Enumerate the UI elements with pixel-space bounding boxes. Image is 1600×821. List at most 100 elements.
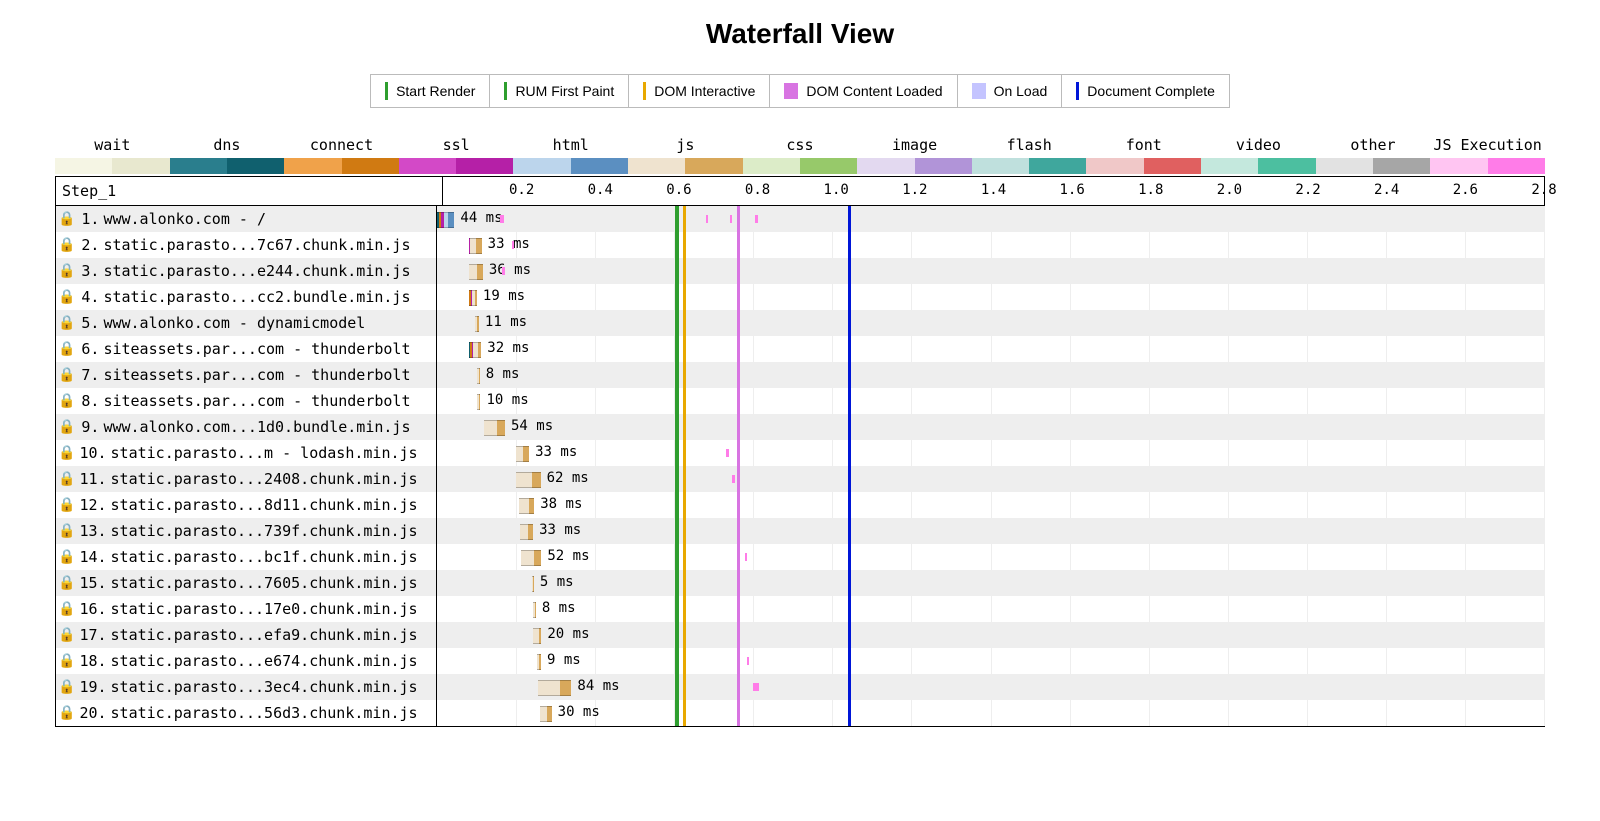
request-label[interactable]: 🔒18. static.parasto...e674.chunk.min.js [56, 648, 437, 674]
request-row[interactable]: 🔒3. static.parasto...e244.chunk.min.js36… [56, 258, 1544, 284]
request-timeline[interactable]: 8 ms [437, 362, 1544, 388]
request-label[interactable]: 🔒3. static.parasto...e244.chunk.min.js [56, 258, 437, 284]
request-row[interactable]: 🔒20. static.parasto...56d3.chunk.min.js3… [56, 700, 1544, 726]
request-label[interactable]: 🔒10. static.parasto...m - lodash.min.js [56, 440, 437, 466]
request-row[interactable]: 🔒7. siteassets.par...com - thunderbolt8 … [56, 362, 1544, 388]
request-url: siteassets.par...com - thunderbolt [103, 392, 410, 410]
request-timeline[interactable]: 54 ms [437, 414, 1544, 440]
timing-bar[interactable] [538, 680, 571, 694]
timing-bar[interactable] [540, 706, 552, 720]
request-row[interactable]: 🔒14. static.parasto...bc1f.chunk.min.js5… [56, 544, 1544, 570]
duration-label: 19 ms [483, 288, 525, 304]
request-label[interactable]: 🔒9. www.alonko.com...1d0.bundle.min.js [56, 414, 437, 440]
request-label[interactable]: 🔒5. www.alonko.com - dynamicmodel [56, 310, 437, 336]
duration-label: 8 ms [542, 600, 576, 616]
timing-bar[interactable] [521, 550, 542, 564]
request-timeline[interactable]: 8 ms [437, 596, 1544, 622]
axis-tick: 2.4 [1374, 182, 1399, 198]
request-timeline[interactable]: 9 ms [437, 648, 1544, 674]
request-row[interactable]: 🔒19. static.parasto...3ec4.chunk.min.js8… [56, 674, 1544, 700]
request-row[interactable]: 🔒13. static.parasto...739f.chunk.min.js3… [56, 518, 1544, 544]
request-label[interactable]: 🔒12. static.parasto...8d11.chunk.min.js [56, 492, 437, 518]
category-other: other [1316, 136, 1431, 174]
axis-tick: 2.6 [1453, 182, 1478, 198]
timing-bar[interactable] [477, 368, 480, 382]
request-label[interactable]: 🔒4. static.parasto...cc2.bundle.min.js [56, 284, 437, 310]
request-row[interactable]: 🔒12. static.parasto...8d11.chunk.min.js3… [56, 492, 1544, 518]
timing-bar[interactable] [469, 238, 482, 252]
timing-bar[interactable] [469, 342, 482, 356]
request-label[interactable]: 🔒19. static.parasto...3ec4.chunk.min.js [56, 674, 437, 700]
request-timeline[interactable]: 33 ms [437, 440, 1544, 466]
request-row[interactable]: 🔒5. www.alonko.com - dynamicmodel11 ms [56, 310, 1544, 336]
request-label[interactable]: 🔒1. www.alonko.com - / [56, 206, 437, 232]
request-label[interactable]: 🔒14. static.parasto...bc1f.chunk.min.js [56, 544, 437, 570]
timing-bar[interactable] [520, 524, 533, 538]
row-number: 7. [79, 366, 99, 384]
request-row[interactable]: 🔒10. static.parasto...m - lodash.min.js3… [56, 440, 1544, 466]
js-execution-mark [755, 215, 758, 223]
request-row[interactable]: 🔒16. static.parasto...17e0.chunk.min.js 8… [56, 596, 1544, 622]
request-row[interactable]: 🔒8. siteassets.par...com - thunderbolt10… [56, 388, 1544, 414]
request-timeline[interactable]: 30 ms [437, 700, 1544, 726]
timing-bar[interactable] [469, 290, 477, 304]
request-row[interactable]: 🔒15. static.parasto...7605.chunk.min.js5… [56, 570, 1544, 596]
request-row[interactable]: 🔒2. static.parasto...7c67.chunk.min.js33… [56, 232, 1544, 258]
request-label[interactable]: 🔒17. static.parasto...efa9.chunk.min.js [56, 622, 437, 648]
request-timeline[interactable]: 11 ms [437, 310, 1544, 336]
request-timeline[interactable]: 62 ms [437, 466, 1544, 492]
request-label[interactable]: 🔒8. siteassets.par...com - thunderbolt [56, 388, 437, 414]
request-label[interactable]: 🔒7. siteassets.par...com - thunderbolt [56, 362, 437, 388]
timing-bar[interactable] [533, 628, 541, 642]
request-timeline[interactable]: 10 ms [437, 388, 1544, 414]
timing-bar[interactable] [519, 498, 534, 512]
timing-bar[interactable] [469, 264, 483, 278]
row-number: 14. [79, 548, 106, 566]
duration-label: 44 ms [460, 210, 502, 226]
request-label[interactable]: 🔒2. static.parasto...7c67.chunk.min.js [56, 232, 437, 258]
category-swatch [55, 158, 170, 174]
request-row[interactable]: 🔒18. static.parasto...e674.chunk.min.js9… [56, 648, 1544, 674]
request-label[interactable]: 🔒11. static.parasto...2408.chunk.min.js [56, 466, 437, 492]
request-url: static.parasto...m - lodash.min.js [111, 444, 418, 462]
request-row[interactable]: 🔒6. siteassets.par...com - thunderbolt32… [56, 336, 1544, 362]
request-url: www.alonko.com - dynamicmodel [103, 314, 365, 332]
timing-bar[interactable] [437, 212, 454, 226]
timing-bar[interactable] [516, 472, 541, 486]
row-number: 20. [79, 704, 106, 722]
timing-bar[interactable] [516, 446, 529, 460]
request-timeline[interactable]: 5 ms [437, 570, 1544, 596]
request-timeline[interactable]: 33 ms [437, 232, 1544, 258]
timing-bar[interactable] [533, 602, 536, 616]
request-timeline[interactable]: 20 ms [437, 622, 1544, 648]
request-label[interactable]: 🔒20. static.parasto...56d3.chunk.min.js [56, 700, 437, 726]
request-label[interactable]: 🔒15. static.parasto...7605.chunk.min.js [56, 570, 437, 596]
request-timeline[interactable]: 36 ms [437, 258, 1544, 284]
row-number: 3. [79, 262, 99, 280]
timing-bar[interactable] [484, 420, 505, 434]
request-row[interactable]: 🔒4. static.parasto...cc2.bundle.min.js 19… [56, 284, 1544, 310]
request-timeline[interactable]: 84 ms [437, 674, 1544, 700]
timing-bar[interactable] [532, 576, 534, 590]
lock-icon: 🔒 [58, 212, 75, 226]
request-timeline[interactable]: 38 ms [437, 492, 1544, 518]
request-row[interactable]: 🔒1. www.alonko.com - / 44 ms [56, 206, 1544, 232]
row-number: 12. [79, 496, 106, 514]
request-timeline[interactable]: 19 ms [437, 284, 1544, 310]
request-timeline[interactable]: 32 ms [437, 336, 1544, 362]
category-label: html [553, 136, 589, 154]
request-row[interactable]: 🔒17. static.parasto...efa9.chunk.min.js2… [56, 622, 1544, 648]
request-label[interactable]: 🔒6. siteassets.par...com - thunderbolt [56, 336, 437, 362]
request-row[interactable]: 🔒11. static.parasto...2408.chunk.min.js6… [56, 466, 1544, 492]
request-label[interactable]: 🔒16. static.parasto...17e0.chunk.min.js [56, 596, 437, 622]
timing-bar[interactable] [537, 654, 541, 668]
category-label: ssl [443, 136, 470, 154]
request-timeline[interactable]: 44 ms [437, 206, 1544, 232]
request-timeline[interactable]: 33 ms [437, 518, 1544, 544]
timing-bar[interactable] [477, 394, 481, 408]
waterfall-header: Step_1 0.20.40.60.81.01.21.41.61.82.02.2… [56, 177, 1544, 206]
request-timeline[interactable]: 52 ms [437, 544, 1544, 570]
request-row[interactable]: 🔒9. www.alonko.com...1d0.bundle.min.js54… [56, 414, 1544, 440]
timing-bar[interactable] [475, 316, 479, 330]
request-label[interactable]: 🔒13. static.parasto...739f.chunk.min.js [56, 518, 437, 544]
